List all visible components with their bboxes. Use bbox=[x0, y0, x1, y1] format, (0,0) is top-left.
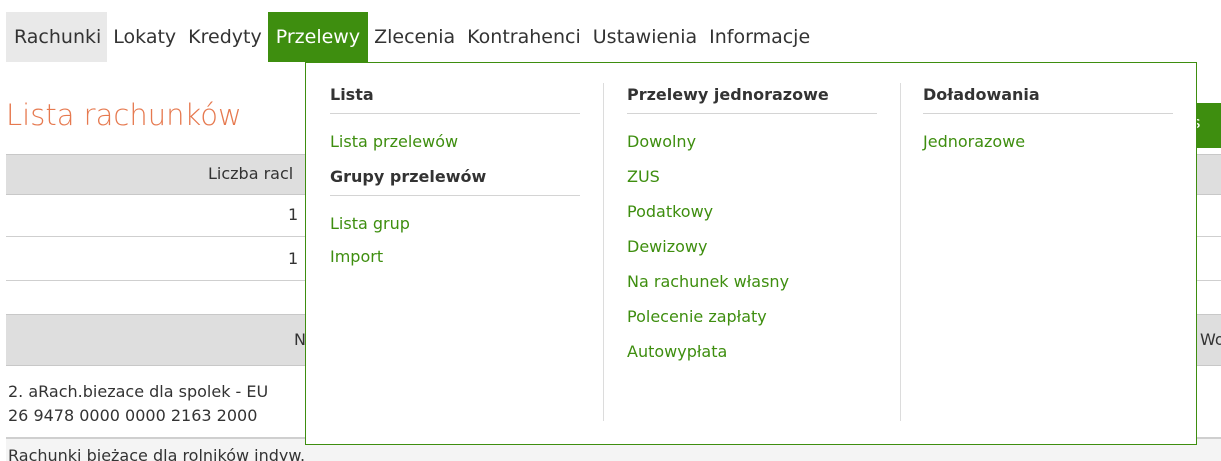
menu-heading-przelewy-jednorazowe: Przelewy jednorazowe bbox=[627, 85, 877, 114]
summary-count-2: 1 bbox=[288, 249, 299, 268]
accounts-header-currency: Wo bbox=[1200, 330, 1221, 349]
account-number: 26 9478 0000 0000 2163 2000 bbox=[8, 406, 258, 425]
menu-heading-doladowania: Doładowania bbox=[923, 85, 1173, 114]
nav-tab-zlecenia[interactable]: Zlecenia bbox=[368, 12, 461, 62]
menu-link-podatkowy[interactable]: Podatkowy bbox=[627, 202, 877, 221]
menu-column-lista: Lista Lista przelewów Grupy przelewów Li… bbox=[330, 85, 580, 266]
menu-heading-grupy-przelewow: Grupy przelewów bbox=[330, 167, 580, 196]
nav-tab-przelewy[interactable]: Przelewy bbox=[267, 12, 369, 62]
menu-column-przelewy-jednorazowe: Przelewy jednorazowe Dowolny ZUS Podatko… bbox=[627, 85, 877, 361]
menu-link-lista-przelewow[interactable]: Lista przelewów bbox=[330, 132, 580, 151]
menu-link-zus[interactable]: ZUS bbox=[627, 167, 877, 186]
group-label: Rachunki bieżące dla rolników indyw. bbox=[8, 446, 306, 461]
nav-tab-informacje[interactable]: Informacje bbox=[703, 12, 816, 62]
menu-link-dewizowy[interactable]: Dewizowy bbox=[627, 237, 877, 256]
nav-tab-ustawienia[interactable]: Ustawienia bbox=[587, 12, 703, 62]
nav-tab-kontrahenci[interactable]: Kontrahenci bbox=[461, 12, 587, 62]
main-nav: Rachunki Lokaty Kredyty Przelewy Zleceni… bbox=[6, 12, 816, 62]
summary-header-cell: Liczba racl bbox=[208, 164, 294, 183]
nav-tab-rachunki[interactable]: Rachunki bbox=[6, 12, 108, 62]
menu-divider bbox=[603, 83, 604, 421]
menu-divider bbox=[900, 83, 901, 421]
menu-link-import[interactable]: Import bbox=[330, 247, 580, 266]
menu-heading-lista: Lista bbox=[330, 85, 580, 114]
menu-link-jednorazowe[interactable]: Jednorazowe bbox=[923, 132, 1173, 151]
menu-link-lista-grup[interactable]: Lista grup bbox=[330, 214, 580, 233]
summary-count-1: 1 bbox=[288, 205, 299, 224]
account-name[interactable]: 2. aRach.biezace dla spolek - EU bbox=[8, 382, 268, 401]
przelewy-dropdown-menu: Lista Lista przelewów Grupy przelewów Li… bbox=[305, 62, 1197, 445]
menu-link-dowolny[interactable]: Dowolny bbox=[627, 132, 877, 151]
menu-link-na-rachunek-wlasny[interactable]: Na rachunek własny bbox=[627, 272, 877, 291]
page-title: Lista rachunków bbox=[6, 98, 242, 132]
nav-tab-lokaty[interactable]: Lokaty bbox=[107, 12, 182, 62]
menu-column-doladowania: Doładowania Jednorazowe bbox=[923, 85, 1173, 151]
menu-link-autowyplata[interactable]: Autowypłata bbox=[627, 342, 877, 361]
nav-tab-kredyty[interactable]: Kredyty bbox=[182, 12, 268, 62]
menu-link-polecenie-zaplaty[interactable]: Polecenie zapłaty bbox=[627, 307, 877, 326]
